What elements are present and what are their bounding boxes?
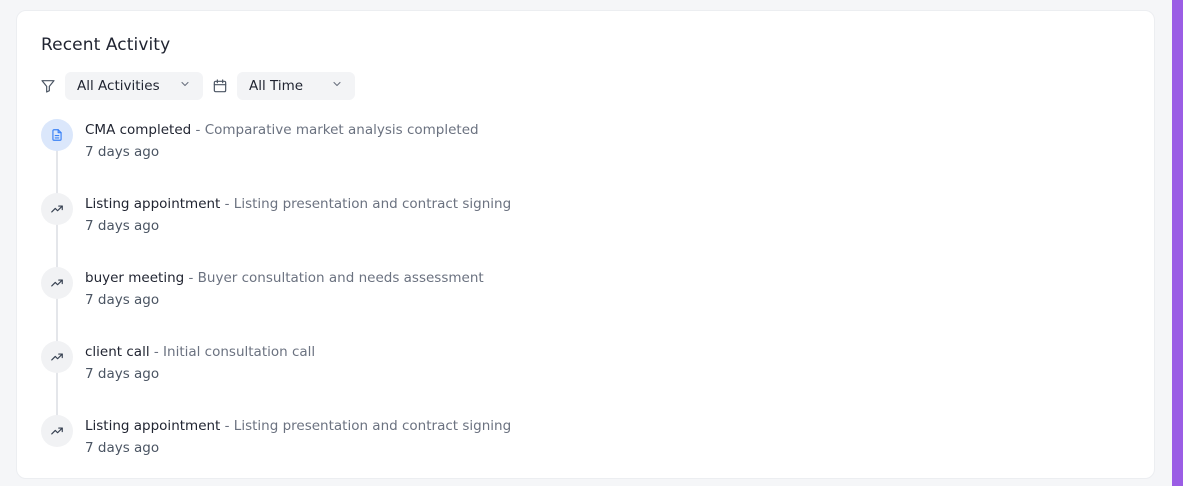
filter-bar: All Activities All Time bbox=[39, 72, 355, 100]
trending-up-icon bbox=[41, 341, 73, 373]
activity-item: CMA completed - Comparative market analy… bbox=[41, 117, 1041, 191]
activity-item: buyer meeting - Buyer consultation and n… bbox=[41, 265, 1041, 339]
activity-title: Listing appointment bbox=[85, 196, 221, 212]
activity-description: - Listing presentation and contract sign… bbox=[220, 196, 512, 212]
activity-item: client call - Initial consultation call … bbox=[41, 339, 1041, 413]
chevron-down-icon bbox=[179, 78, 191, 94]
activity-description: - Comparative market analysis completed bbox=[191, 122, 479, 138]
filter-icon bbox=[39, 77, 57, 95]
chevron-down-icon bbox=[331, 78, 343, 94]
activity-timestamp: 7 days ago bbox=[85, 366, 160, 382]
activity-title: CMA completed bbox=[85, 122, 192, 138]
accent-side-bar bbox=[1172, 0, 1183, 486]
activity-item: Listing appointment - Listing presentati… bbox=[41, 413, 1041, 486]
trending-up-icon bbox=[41, 267, 73, 299]
activity-timeline: CMA completed - Comparative market analy… bbox=[41, 117, 1041, 486]
activity-item: Listing appointment - Listing presentati… bbox=[41, 191, 1041, 265]
activity-type-select-value: All Activities bbox=[77, 78, 160, 94]
activity-timestamp: 7 days ago bbox=[85, 292, 160, 308]
activity-description: - Initial consultation call bbox=[149, 344, 316, 360]
activity-type-select[interactable]: All Activities bbox=[65, 72, 203, 100]
time-range-select[interactable]: All Time bbox=[237, 72, 355, 100]
activity-title: client call bbox=[85, 344, 150, 360]
activity-description: - Listing presentation and contract sign… bbox=[220, 418, 512, 434]
activity-title: buyer meeting bbox=[85, 270, 185, 286]
activity-timestamp: 7 days ago bbox=[85, 440, 160, 456]
activity-title: Listing appointment bbox=[85, 418, 221, 434]
activity-timestamp: 7 days ago bbox=[85, 218, 160, 234]
page: Recent Activity All Activities All Time bbox=[0, 0, 1183, 486]
recent-activity-card: Recent Activity All Activities All Time bbox=[16, 10, 1155, 479]
time-range-select-value: All Time bbox=[249, 78, 304, 94]
activity-timestamp: 7 days ago bbox=[85, 144, 160, 160]
calendar-icon bbox=[211, 77, 229, 95]
activity-description: - Buyer consultation and needs assessmen… bbox=[184, 270, 484, 286]
trending-up-icon bbox=[41, 193, 73, 225]
document-icon bbox=[41, 119, 73, 151]
card-title: Recent Activity bbox=[41, 35, 171, 55]
trending-up-icon bbox=[41, 415, 73, 447]
